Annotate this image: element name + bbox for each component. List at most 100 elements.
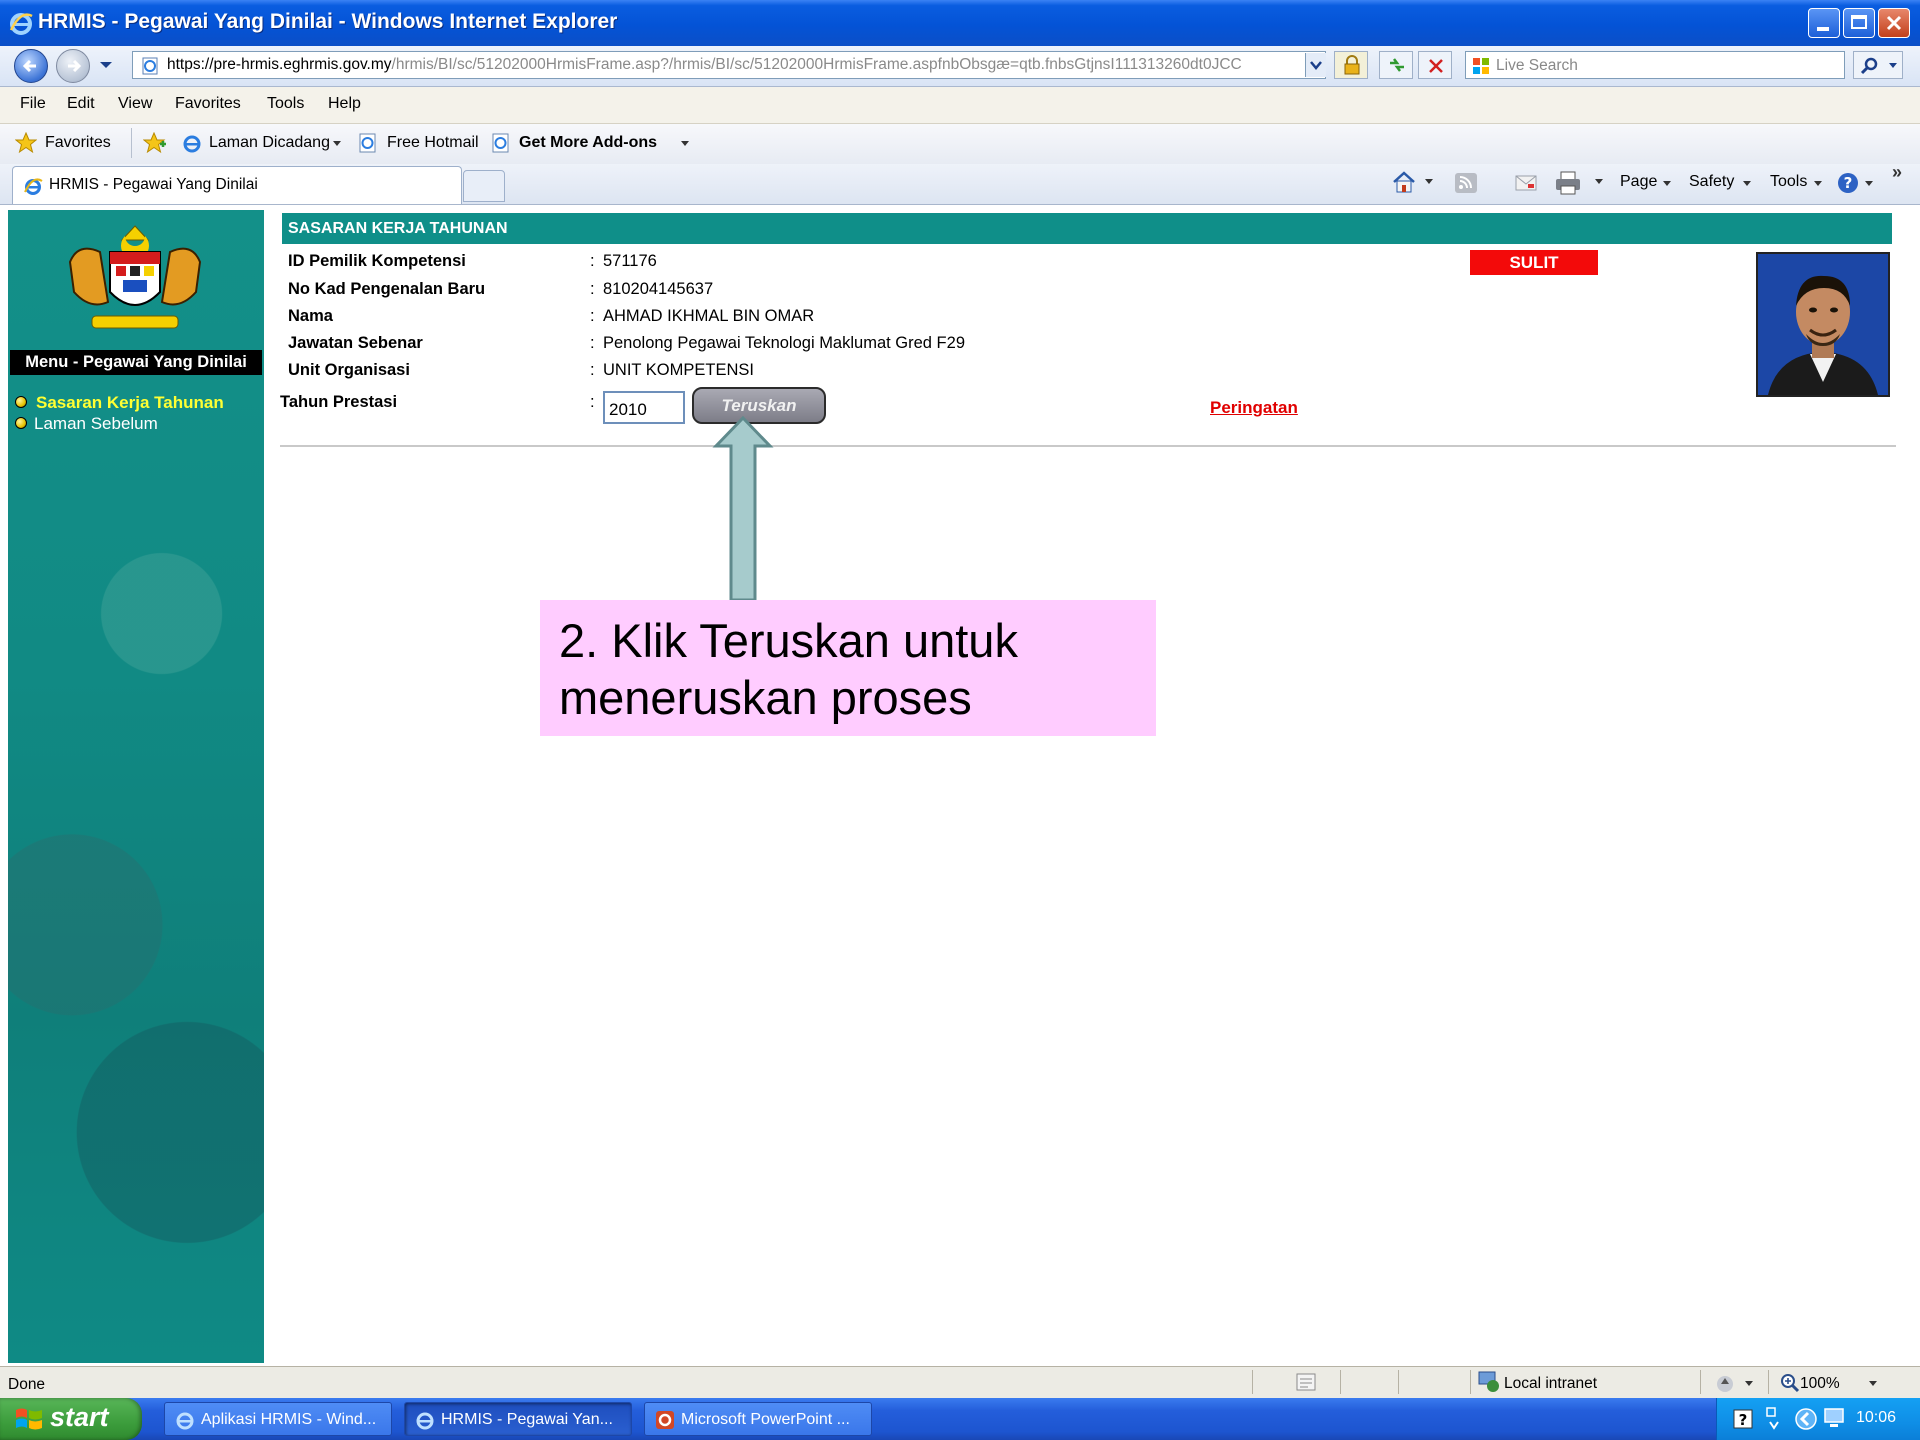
menu-favorites[interactable]: Favorites bbox=[175, 95, 241, 113]
employee-photo bbox=[1756, 252, 1890, 397]
sidebar-item-sasaran-kerja-tahunan[interactable]: Sasaran Kerja Tahunan bbox=[36, 393, 224, 413]
field-colon: : bbox=[590, 252, 595, 270]
field-label-id: ID Pemilik Kompetensi bbox=[288, 252, 466, 270]
taskbar-item-powerpoint[interactable]: Microsoft PowerPoint ... bbox=[644, 1402, 872, 1436]
safety-menu[interactable]: Safety bbox=[1689, 173, 1734, 191]
show-hidden-icons-icon[interactable] bbox=[1794, 1407, 1818, 1431]
favorites-divider bbox=[131, 128, 132, 158]
coat-of-arms-logo bbox=[68, 225, 202, 329]
internet-explorer-icon bbox=[9, 13, 33, 35]
address-dropdown-button[interactable] bbox=[1305, 53, 1326, 77]
chevron-down-icon bbox=[1743, 181, 1751, 186]
security-zone-text: Local intranet bbox=[1504, 1375, 1598, 1392]
address-input[interactable]: https://pre-hrmis.eghrmis.gov.my/hrmis/B… bbox=[132, 51, 1326, 79]
local-intranet-icon bbox=[1478, 1371, 1499, 1392]
tahun-prestasi-label: Tahun Prestasi bbox=[280, 393, 398, 411]
bullet-icon bbox=[15, 396, 27, 408]
stop-button[interactable] bbox=[1418, 51, 1452, 79]
sidebar-item-laman-sebelum[interactable]: Laman Sebelum bbox=[34, 414, 158, 434]
maximize-button[interactable] bbox=[1843, 8, 1875, 38]
network-tray-icon[interactable] bbox=[1764, 1404, 1784, 1432]
back-button[interactable] bbox=[14, 49, 48, 83]
fav-link-free-hotmail[interactable]: Free Hotmail bbox=[387, 134, 479, 152]
help-tray-icon[interactable]: ? bbox=[1732, 1408, 1754, 1430]
chevron-down-icon bbox=[1889, 63, 1897, 68]
tools-menu[interactable]: Tools bbox=[1770, 173, 1807, 191]
refresh-button[interactable] bbox=[1379, 51, 1413, 79]
zoom-level[interactable]: 100% bbox=[1800, 1375, 1840, 1393]
chevron-down-icon bbox=[1814, 181, 1822, 186]
field-label-jawatan: Jawatan Sebenar bbox=[288, 334, 423, 352]
internet-explorer-icon bbox=[24, 178, 43, 195]
chevron-down-icon bbox=[1663, 181, 1671, 186]
chevron-down-icon bbox=[681, 141, 689, 146]
windows-live-icon bbox=[1473, 58, 1489, 74]
monitor-tray-icon[interactable] bbox=[1822, 1406, 1848, 1430]
ie-page-icon bbox=[183, 135, 201, 153]
maximize-icon bbox=[1851, 15, 1867, 29]
tab-hrmis-pegawai[interactable]: HRMIS - Pegawai Yang Dinilai bbox=[12, 166, 462, 204]
fav-link-laman-dicadang[interactable]: Laman Dicadang bbox=[209, 134, 330, 152]
minimize-button[interactable] bbox=[1808, 8, 1840, 38]
protected-mode-icon[interactable] bbox=[1713, 1372, 1737, 1394]
chevron-down-icon[interactable] bbox=[1864, 180, 1874, 188]
search-button[interactable] bbox=[1853, 51, 1903, 79]
tahun-prestasi-input[interactable] bbox=[603, 391, 685, 424]
field-colon: : bbox=[590, 334, 595, 352]
status-bar bbox=[0, 1366, 1920, 1399]
task-label: HRMIS - Pegawai Yan... bbox=[441, 1411, 613, 1428]
menu-file[interactable]: File bbox=[20, 95, 46, 113]
security-lock-button[interactable] bbox=[1334, 51, 1368, 79]
field-value-unit: UNIT KOMPETENSI bbox=[603, 361, 754, 379]
menu-view[interactable]: View bbox=[118, 95, 152, 113]
sidebar-title: Menu - Pegawai Yang Dinilai bbox=[10, 350, 262, 375]
status-divider bbox=[1398, 1370, 1399, 1394]
help-icon[interactable]: ? bbox=[1836, 171, 1860, 195]
recent-pages-dropdown-icon[interactable] bbox=[99, 60, 113, 70]
chevron-down-icon[interactable] bbox=[1594, 178, 1604, 186]
instruction-callout: 2. Klik Teruskan untuk meneruskan proses bbox=[540, 600, 1156, 736]
taskbar-item-hrmis-pegawai[interactable]: HRMIS - Pegawai Yan... bbox=[404, 1402, 632, 1436]
menu-tools[interactable]: Tools bbox=[267, 95, 304, 113]
callout-text: 2. Klik Teruskan untuk meneruskan proses bbox=[559, 612, 1018, 726]
internet-explorer-icon bbox=[416, 1412, 434, 1430]
rss-feed-icon[interactable] bbox=[1454, 172, 1478, 194]
page-report-icon[interactable] bbox=[1296, 1373, 1316, 1391]
toolbar-overflow-chevron-icon[interactable]: » bbox=[1892, 162, 1902, 183]
divider bbox=[280, 445, 1896, 447]
page-menu[interactable]: Page bbox=[1620, 173, 1657, 191]
home-icon[interactable] bbox=[1391, 170, 1417, 194]
taskbar-clock: 10:06 bbox=[1856, 1409, 1897, 1426]
lock-icon bbox=[1344, 55, 1360, 75]
start-button[interactable]: start bbox=[0, 1398, 142, 1440]
forward-button[interactable] bbox=[56, 49, 90, 83]
search-icon bbox=[1860, 57, 1878, 75]
mail-icon[interactable] bbox=[1514, 172, 1538, 194]
callout-line-2: meneruskan proses bbox=[559, 671, 972, 724]
field-colon: : bbox=[590, 393, 595, 411]
live-search-input[interactable]: Live Search bbox=[1465, 51, 1845, 79]
chevron-down-icon[interactable] bbox=[1744, 1380, 1754, 1388]
peringatan-link[interactable]: Peringatan bbox=[1210, 398, 1298, 418]
page-icon bbox=[142, 57, 158, 75]
chevron-down-icon[interactable] bbox=[1424, 178, 1434, 186]
add-to-favorites-icon[interactable] bbox=[143, 132, 167, 154]
zoom-icon bbox=[1781, 1374, 1800, 1393]
favorites-button[interactable]: Favorites bbox=[45, 134, 111, 152]
chevron-down-icon[interactable] bbox=[1868, 1380, 1878, 1388]
new-tab-button[interactable] bbox=[463, 170, 505, 202]
taskbar-item-aplikasi-hrmis[interactable]: Aplikasi HRMIS - Wind... bbox=[164, 1402, 392, 1436]
close-window-button[interactable] bbox=[1878, 8, 1910, 38]
powerpoint-icon bbox=[656, 1411, 674, 1429]
field-label-ic: No Kad Pengenalan Baru bbox=[288, 280, 486, 298]
sidebar bbox=[8, 210, 264, 1363]
fav-link-get-more-add-ons[interactable]: Get More Add-ons bbox=[519, 134, 657, 152]
menu-help[interactable]: Help bbox=[328, 95, 361, 113]
back-arrow-icon bbox=[22, 59, 36, 73]
print-icon[interactable] bbox=[1554, 170, 1582, 196]
up-arrow-annotation-icon bbox=[712, 416, 774, 602]
stop-x-icon bbox=[1429, 59, 1443, 73]
chevron-down-icon bbox=[333, 141, 341, 146]
tab-label: HRMIS - Pegawai Yang Dinilai bbox=[49, 176, 258, 193]
menu-edit[interactable]: Edit bbox=[67, 95, 95, 113]
